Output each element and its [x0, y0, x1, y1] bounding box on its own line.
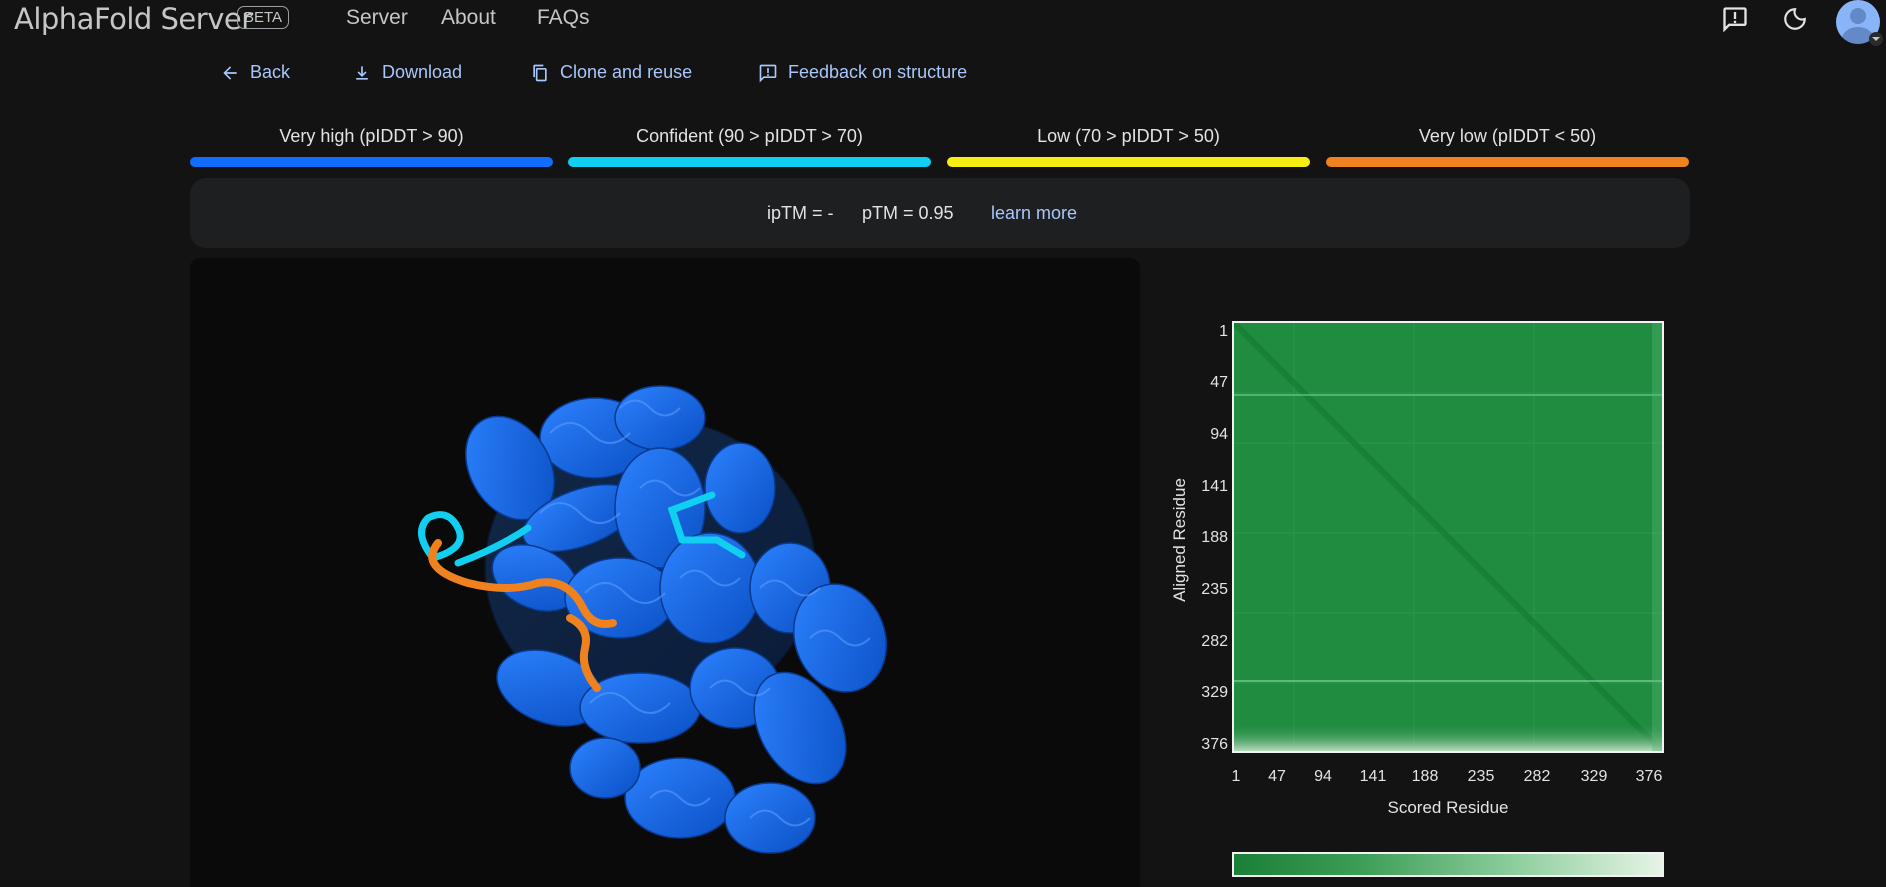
very-high-confidence-region — [465, 385, 888, 854]
clone-reuse-label: Clone and reuse — [560, 62, 693, 82]
pae-heatmap-texture — [1234, 323, 1662, 751]
nav-about[interactable]: About — [441, 6, 496, 30]
legend-very-high-label: Very high (pIDDT > 90) — [279, 126, 464, 146]
feedback-structure-label: Feedback on structure — [788, 62, 968, 82]
x-tick-94: 94 — [1314, 768, 1332, 785]
x-tick-47: 47 — [1268, 768, 1286, 785]
feedback-icon — [759, 64, 777, 83]
pae-y-axis-label: Aligned Residue — [1170, 478, 1189, 602]
download-icon — [356, 65, 368, 80]
y-tick-376: 376 — [1201, 736, 1228, 753]
feedback-structure-button[interactable]: Feedback on structure — [758, 62, 967, 83]
iptm-score: ipTM = - — [767, 203, 834, 223]
download-label: Download — [382, 62, 463, 82]
app-title[interactable]: AlphaFold Server — [14, 2, 253, 36]
x-tick-235: 235 — [1467, 768, 1495, 785]
ptm-score: pTM = 0.95 — [862, 203, 954, 223]
y-tick-141: 141 — [1201, 478, 1228, 495]
arrow-back-icon — [223, 65, 237, 80]
clone-reuse-button[interactable]: Clone and reuse — [530, 62, 692, 83]
legend-very-low-bar — [1326, 157, 1689, 167]
back-label: Back — [250, 62, 291, 82]
x-tick-1: 1 — [1231, 768, 1241, 785]
pae-x-axis-label: Scored Residue — [1387, 798, 1509, 817]
y-tick-94: 94 — [1210, 426, 1228, 443]
x-tick-282: 282 — [1523, 768, 1551, 785]
x-tick-141: 141 — [1359, 768, 1387, 785]
legend-confident-bar — [568, 157, 931, 167]
copy-icon — [533, 64, 547, 81]
y-tick-1: 1 — [1219, 323, 1228, 340]
y-tick-235: 235 — [1201, 581, 1228, 598]
beta-badge: BETA — [237, 6, 290, 29]
learn-more-link[interactable]: learn more — [991, 203, 1077, 224]
pae-colorbar — [1232, 852, 1664, 877]
x-tick-329: 329 — [1580, 768, 1608, 785]
feedback-icon[interactable] — [1720, 4, 1750, 34]
nav-server[interactable]: Server — [346, 6, 408, 30]
legend-confident-label: Confident (90 > pIDDT > 70) — [636, 126, 863, 146]
x-tick-376: 376 — [1635, 768, 1663, 785]
y-tick-188: 188 — [1201, 529, 1228, 546]
top-app-bar: AlphaFold Server BETA Server About FAQs — [0, 0, 1886, 56]
legend-very-high-bar — [190, 157, 553, 167]
x-tick-188: 188 — [1411, 768, 1439, 785]
nav-faqs[interactable]: FAQs — [537, 6, 590, 30]
back-button[interactable]: Back — [220, 62, 290, 83]
legend-low-bar — [947, 157, 1310, 167]
y-tick-329: 329 — [1201, 684, 1228, 701]
protein-structure — [418, 385, 888, 854]
legend-low-label: Low (70 > pIDDT > 50) — [1037, 126, 1220, 146]
structure-viewer[interactable] — [190, 258, 1140, 887]
download-button[interactable]: Download — [352, 62, 462, 83]
y-tick-282: 282 — [1201, 633, 1228, 650]
dark-mode-icon[interactable] — [1780, 4, 1810, 34]
chevron-down-icon[interactable] — [1869, 32, 1883, 46]
y-tick-47: 47 — [1210, 374, 1228, 391]
legend-very-low-label: Very low (pIDDT < 50) — [1418, 126, 1597, 146]
pae-heatmap[interactable] — [1232, 321, 1664, 753]
